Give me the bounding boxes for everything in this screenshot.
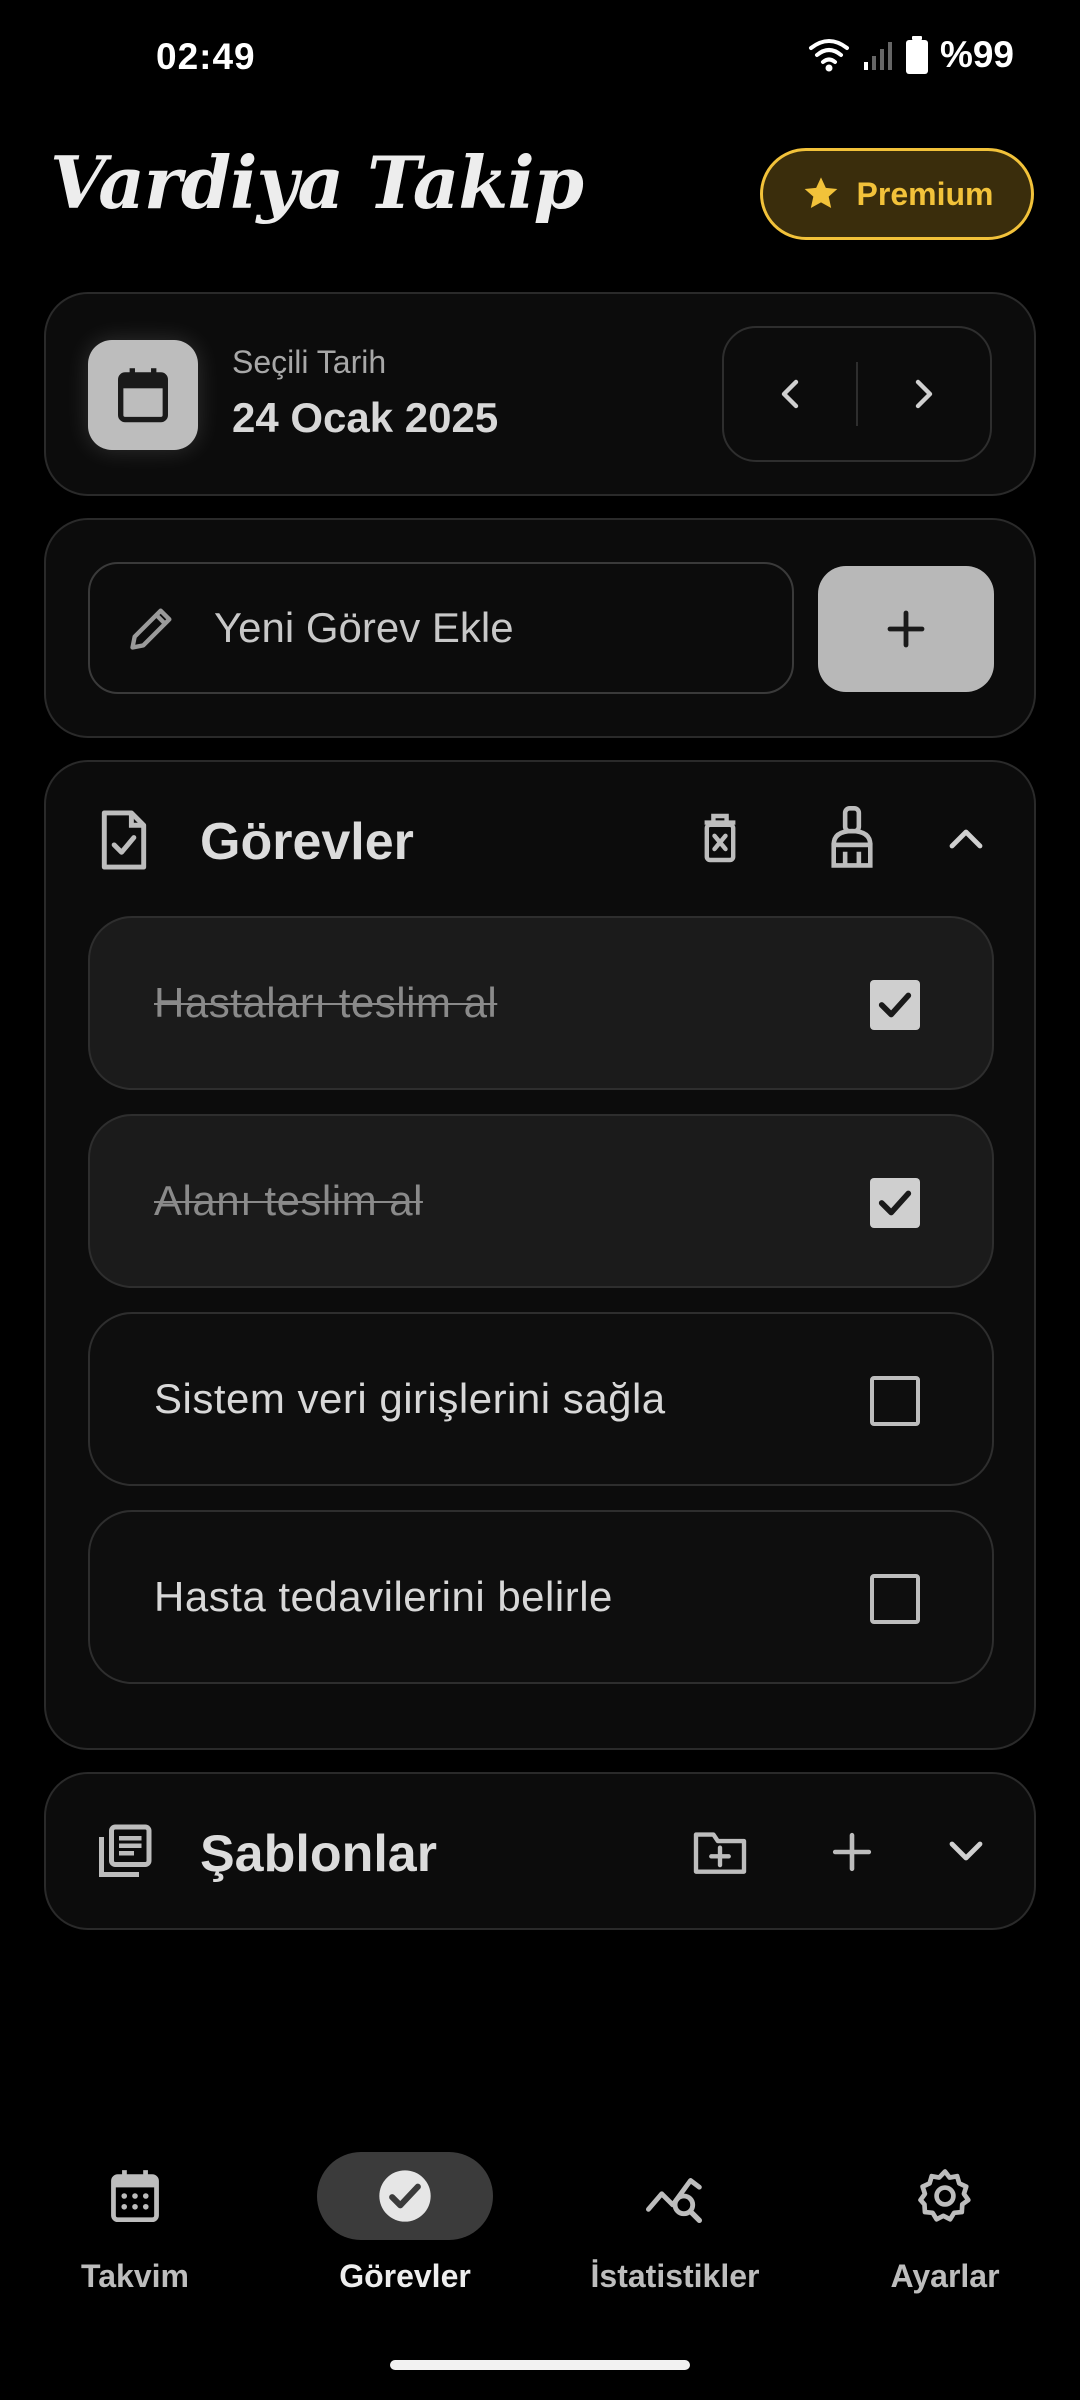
add-template-button[interactable]: [814, 1814, 890, 1890]
premium-button[interactable]: Premium: [760, 148, 1034, 240]
task-checkbox[interactable]: [870, 1574, 920, 1624]
calendar-button[interactable]: [88, 340, 198, 450]
folder-add-icon: [693, 1832, 747, 1874]
templates-title: Şablonlar: [200, 1825, 437, 1883]
premium-label: Premium: [856, 175, 994, 212]
battery-icon: [905, 36, 928, 74]
collapse-tasks-button[interactable]: [928, 800, 1004, 876]
status-icons: %99: [808, 34, 1014, 76]
next-date-button[interactable]: [858, 328, 990, 460]
task-checkbox[interactable]: [870, 1178, 920, 1228]
delete-tasks-button[interactable]: [682, 800, 758, 876]
star-icon: [804, 177, 837, 208]
nav-label: Ayarlar: [890, 2258, 1000, 2294]
templates-card: Şablonlar: [44, 1772, 1036, 1930]
nav-label: Görevler: [339, 2258, 471, 2294]
templates-header[interactable]: Şablonlar: [46, 1774, 1034, 1932]
chevron-right-icon: [915, 379, 933, 409]
signal-icon: [863, 42, 892, 70]
home-indicator[interactable]: [390, 2360, 690, 2370]
broom-icon: [831, 806, 873, 868]
wifi-icon: [808, 39, 849, 72]
library-icon: [99, 1824, 152, 1877]
plus-icon: [887, 610, 925, 648]
app-title: Vardiya Takip: [50, 140, 584, 225]
task-text: Hasta tedavilerini belirle: [154, 1573, 613, 1620]
task-text: Sistem veri girişlerini sağla: [154, 1375, 666, 1422]
task-checkbox[interactable]: [870, 1376, 920, 1426]
expand-templates-button[interactable]: [928, 1814, 1004, 1890]
clear-tasks-button[interactable]: [814, 800, 890, 876]
date-label: Seçili Tarih: [232, 344, 387, 380]
tasks-title: Görevler: [200, 813, 414, 871]
task-file-icon: [101, 810, 147, 870]
battery-percent: %99: [939, 34, 1014, 75]
new-task-placeholder: Yeni Görev Ekle: [214, 604, 514, 651]
task-item[interactable]: Alanı teslim al: [88, 1114, 994, 1288]
prev-date-button[interactable]: [724, 328, 856, 460]
new-task-input[interactable]: Yeni Görev Ekle: [88, 562, 794, 694]
date-nav: [722, 326, 992, 462]
gear-icon: [918, 2169, 971, 2222]
task-item[interactable]: Hastaları teslim al: [88, 916, 994, 1090]
nav-icon-wrap: [587, 2152, 763, 2240]
status-bar: 02:49 %99: [0, 0, 1080, 116]
nav-icon-wrap: [317, 2152, 493, 2240]
stats-icon: [645, 2178, 703, 2224]
nav-item-takvim[interactable]: Takvim: [0, 2152, 270, 2312]
pencil-icon: [130, 608, 172, 650]
chevron-up-icon: [949, 829, 983, 849]
check-circle-icon: [379, 2170, 431, 2222]
add-folder-button[interactable]: [682, 1814, 758, 1890]
task-item[interactable]: Sistem veri girişlerini sağla: [88, 1312, 994, 1486]
task-text: Alanı teslim al: [154, 1177, 423, 1224]
nav-icon-wrap: [47, 2152, 223, 2240]
task-item[interactable]: Hasta tedavilerini belirle: [88, 1510, 994, 1684]
chevron-down-icon: [949, 1841, 983, 1861]
date-card: Seçili Tarih 24 Ocak 2025: [44, 292, 1036, 496]
calendar-icon: [111, 2170, 159, 2223]
nav-icon-wrap: [857, 2152, 1033, 2240]
nav-label: Takvim: [81, 2258, 189, 2294]
chevron-left-icon: [781, 379, 799, 409]
nav-item-gorevler[interactable]: Görevler: [270, 2152, 540, 2312]
plus-icon: [832, 1832, 872, 1872]
task-text: Hastaları teslim al: [154, 979, 498, 1026]
selected-date: 24 Ocak 2025: [232, 394, 499, 441]
delete-icon: [704, 813, 736, 863]
nav-item-istatistikler[interactable]: İstatistikler: [540, 2152, 810, 2312]
add-task-button[interactable]: [818, 566, 994, 692]
checkmark-icon: [878, 1190, 912, 1216]
calendar-icon: [118, 368, 168, 423]
nav-item-ayarlar[interactable]: Ayarlar: [810, 2152, 1080, 2312]
status-time: 02:49: [156, 36, 256, 77]
add-task-card: Yeni Görev Ekle: [44, 518, 1036, 738]
tasks-card: Görevler Hastaları teslim al Alanı tesli…: [44, 760, 1036, 1750]
tasks-header[interactable]: Görevler: [46, 762, 1034, 912]
bottom-nav: Takvim Görevler İstatistikler Ayarlar: [0, 2130, 1080, 2330]
task-checkbox[interactable]: [870, 980, 920, 1030]
checkmark-icon: [878, 992, 912, 1018]
nav-label: İstatistikler: [590, 2258, 760, 2294]
